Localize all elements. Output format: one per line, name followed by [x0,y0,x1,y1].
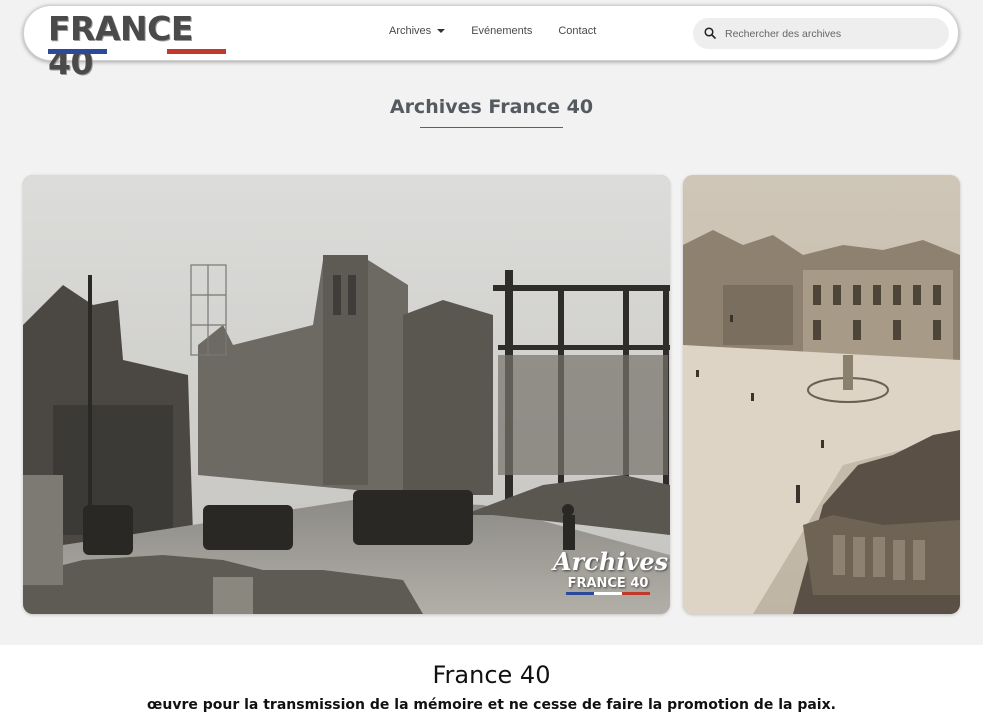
nav-item-archives[interactable]: Archives [389,25,446,37]
about-heading: France 40 [432,661,551,689]
about-section: France 40 œuvre pour la transmission de … [0,645,983,727]
main-menu: Archives Evénements Contact [389,25,622,37]
nav-item-contact-label: Contact [558,25,597,37]
gallery-side-image[interactable] [683,175,960,614]
chevron-down-icon [437,29,446,33]
logo-text: FRANCE 40 [48,9,193,82]
nav-item-archives-label: Archives [389,25,432,37]
watermark-flag-stripe [566,592,650,595]
gallery-main-image[interactable]: Archives FRANCE 40 [23,175,670,614]
logo-flag-stripe [48,49,226,54]
page-title: Archives France 40 [389,96,594,118]
search-box [693,18,949,49]
watermark-brand-text: FRANCE 40 [567,576,649,591]
archives-watermark: Archives FRANCE 40 [553,547,669,603]
nav-item-evenements[interactable]: Evénements [471,25,532,37]
title-underline [420,127,563,128]
search-input[interactable] [723,22,942,46]
about-tagline: œuvre pour la transmission de la mémoire… [147,697,836,713]
nav-item-contact[interactable]: Contact [558,25,596,37]
town-square-photo [683,175,960,614]
site-logo[interactable]: FRANCE 40 [48,12,228,80]
nav-item-evenements-label: Evénements [471,25,533,37]
watermark-script-text: Archives [553,547,669,576]
search-icon[interactable] [704,27,716,39]
navbar: FRANCE 40 Archives Evénements Contact [23,5,959,80]
